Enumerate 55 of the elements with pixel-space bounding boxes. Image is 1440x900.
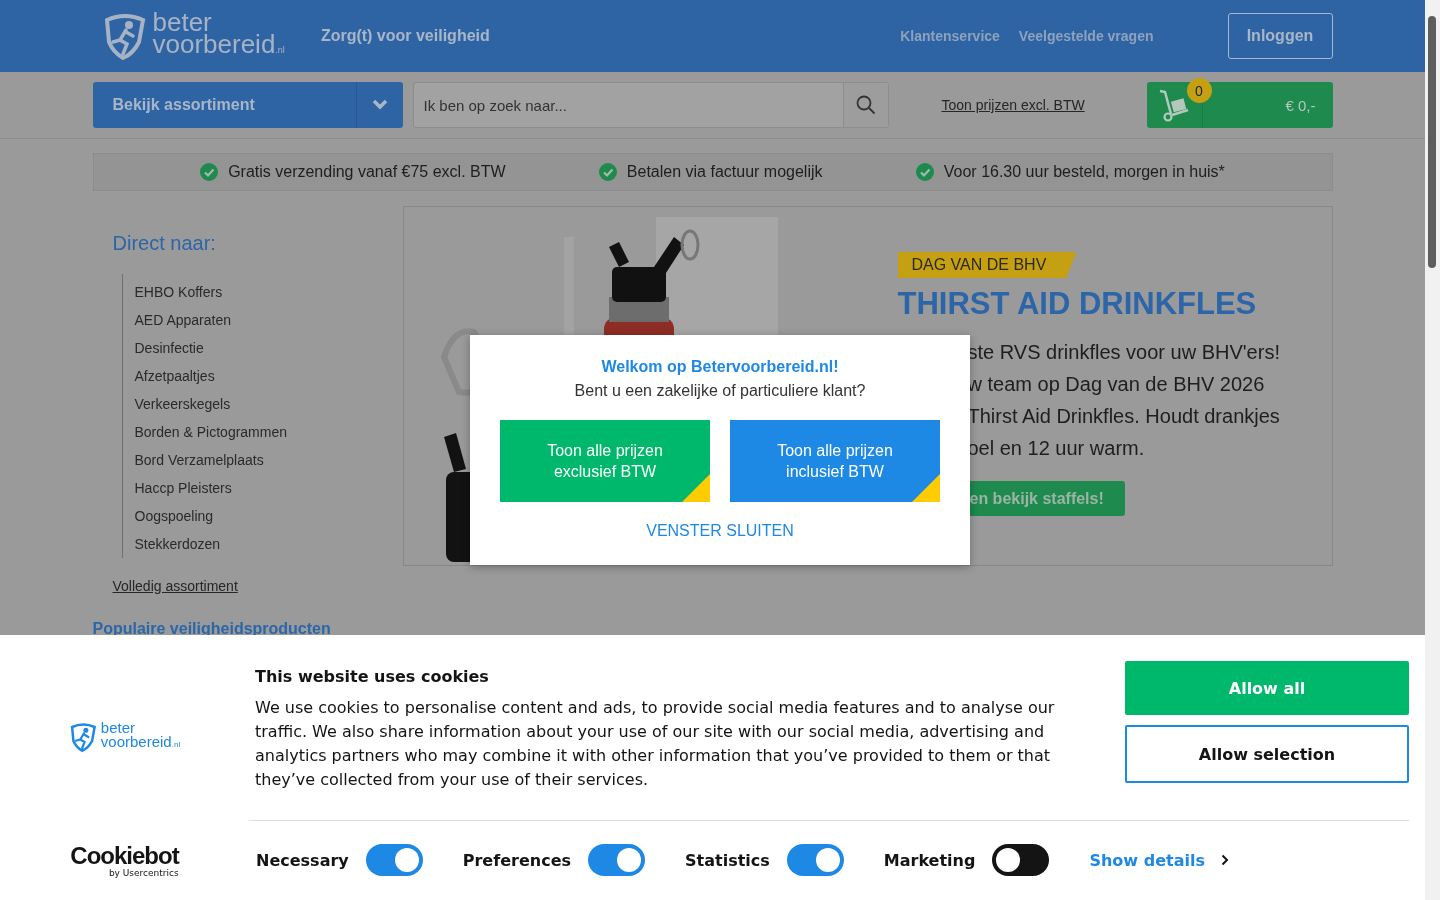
promo-tag: DAG VAN DE BHV <box>897 252 1077 278</box>
modal-title: Welkom op Betervoorbereid.nl! <box>601 358 839 376</box>
category-link[interactable]: EHBO Koffers <box>134 284 223 300</box>
usp-text: Betalen via factuur mogelijk <box>626 163 823 181</box>
category-link[interactable]: Bord Verzamelplaats <box>134 452 264 468</box>
toggle-label: Marketing <box>883 850 976 870</box>
category-link[interactable]: AED Apparaten <box>134 312 231 328</box>
logo-text: beter <box>152 11 212 33</box>
cookiebot-subtitle: by Usercentrics <box>108 868 179 878</box>
sidebar-title: Direct naar: <box>112 232 217 255</box>
check-circle-icon <box>915 163 934 181</box>
category-link[interactable]: Borden & Pictogrammen <box>134 424 288 440</box>
logo-text: voorbereid.nl <box>152 33 285 61</box>
check-circle-icon <box>598 163 617 181</box>
hand-truck-icon <box>1158 88 1190 122</box>
usp-text: Voor 16.30 uur besteld, morgen in huis* <box>943 163 1225 181</box>
tagline: Zorg(t) voor veiligheid <box>320 27 490 45</box>
category-link[interactable]: Haccp Pleisters <box>134 480 232 496</box>
category-link[interactable]: Desinfectie <box>134 340 204 356</box>
promo-text: Thirst Aid Drinkfles. Houdt drankjes <box>967 404 1281 429</box>
scrollbar-thumb[interactable] <box>1428 16 1436 268</box>
search-icon <box>855 95 876 115</box>
toggle-label: Preferences <box>462 850 572 870</box>
cookie-title: This website uses cookies <box>255 667 490 686</box>
check-circle-icon <box>200 163 219 181</box>
chevron-down-icon <box>371 99 388 111</box>
cart-count-badge: 0 <box>1186 78 1212 103</box>
chevron-right-icon <box>1220 854 1229 866</box>
toggle-switch[interactable] <box>588 844 646 876</box>
category-link[interactable]: Verkeerskegels <box>134 396 231 412</box>
category-link[interactable]: Afzetpaaltjes <box>134 368 215 384</box>
toggle-switch[interactable] <box>786 844 844 876</box>
category-link[interactable]: Stekkerdozen <box>134 536 221 552</box>
allow-selection-button[interactable]: Allow selection <box>1125 725 1409 783</box>
vat-toggle-link[interactable]: Toon prijzen excl. BTW <box>941 97 1085 113</box>
assortment-dropdown[interactable]: Bekijk assortiment <box>92 82 403 128</box>
toggle-switch[interactable] <box>365 844 423 876</box>
category-link[interactable]: Oogspoeling <box>134 508 214 524</box>
show-details-link[interactable]: Show details <box>1089 850 1229 870</box>
logo-text: voorbereid.nl <box>100 735 181 752</box>
toggle-switch[interactable] <box>992 844 1050 876</box>
close-window-link[interactable]: VENSTER SLUITEN <box>646 522 794 540</box>
shield-runner-icon <box>68 721 99 752</box>
usp-text: Gratis verzending vanaf €75 excl. BTW <box>228 163 506 181</box>
logo-text: beter <box>100 721 137 735</box>
modal-question: Bent u een zakelijke of particuliere klant? <box>574 382 866 400</box>
full-assortment-link[interactable]: Volledig assortiment <box>112 578 403 594</box>
search-button[interactable] <box>842 83 888 127</box>
toggle-label: Statistics <box>685 850 770 870</box>
cookiebot-logo-text: Cookiebot <box>70 844 179 868</box>
promo-title: THIRST AID DRINKFLES <box>897 286 1258 322</box>
login-button[interactable]: Inloggen <box>1227 13 1333 59</box>
cookie-text: We use cookies to personalise content and ads, to provide social media features and to analyse our traffic. We also share information about your use of our site with our social media, advertising and analytics partners who may combine it with other information that you’ve provided to them or that they’ve collected from your use of their services. <box>255 697 1056 791</box>
toggle-label: Necessary <box>256 850 349 870</box>
price-option-button[interactable]: Toon alle prijzen inclusief BTW <box>730 420 940 502</box>
